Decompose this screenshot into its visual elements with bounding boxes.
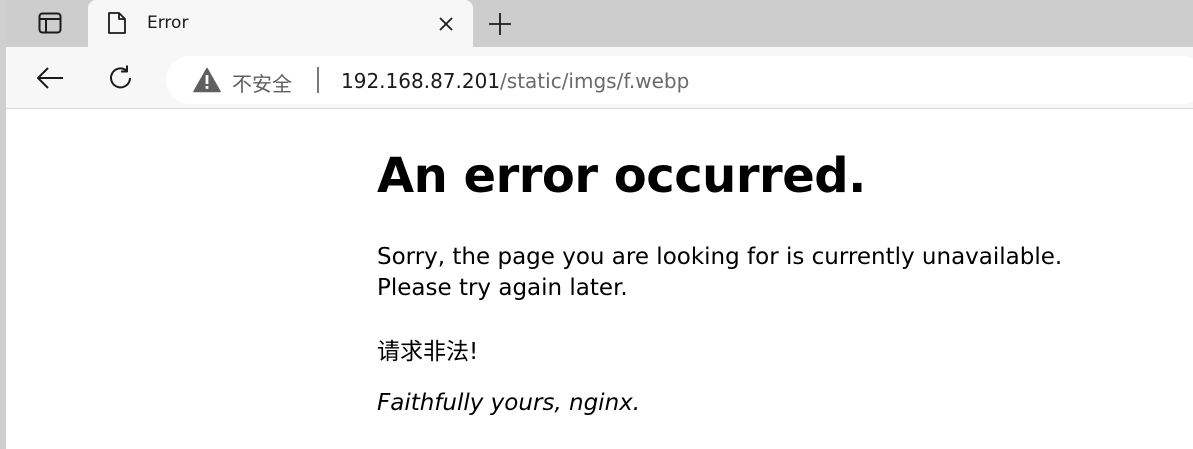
back-button[interactable]	[32, 60, 68, 96]
warning-icon[interactable]	[193, 67, 221, 93]
close-icon	[439, 17, 453, 31]
error-message: Sorry, the page you are looking for is c…	[377, 242, 1062, 304]
tab-close-button[interactable]	[434, 12, 458, 36]
tab-title: Error	[147, 13, 189, 33]
illegal-request-text: 请求非法!	[377, 339, 479, 365]
plus-icon	[489, 13, 511, 35]
url-text[interactable]: 192.168.87.201/static/imgs/f.webp	[341, 69, 689, 93]
error-heading: An error occurred.	[377, 148, 866, 204]
error-message-line1: Sorry, the page you are looking for is c…	[377, 244, 1063, 270]
page-content: An error occurred. Sorry, the page you a…	[6, 110, 1193, 449]
reload-icon	[110, 65, 131, 89]
url-host: 192.168.87.201	[341, 69, 501, 93]
tab-strip: Error	[6, 0, 1193, 47]
address-separator	[317, 67, 319, 93]
new-tab-button[interactable]	[482, 7, 518, 41]
page-icon	[108, 12, 126, 34]
address-bar[interactable]: 不安全 192.168.87.201/static/imgs/f.webp	[166, 56, 1193, 104]
tab-active[interactable]: Error	[88, 0, 473, 47]
error-message-line2: Please try again later.	[377, 275, 628, 301]
security-status-label[interactable]: 不安全	[232, 68, 292, 97]
url-path: /static/imgs/f.webp	[500, 69, 690, 93]
browser-window: Error 不安全 192.168.87.201/static/imgs/f.w…	[0, 0, 1193, 449]
back-arrow-icon	[37, 67, 63, 89]
tab-actions-icon	[38, 12, 62, 34]
reload-button[interactable]	[103, 60, 139, 96]
signature-text: Faithfully yours, nginx.	[377, 390, 641, 416]
tab-actions-button[interactable]	[22, 6, 78, 40]
navigation-toolbar: 不安全 192.168.87.201/static/imgs/f.webp	[6, 47, 1193, 109]
